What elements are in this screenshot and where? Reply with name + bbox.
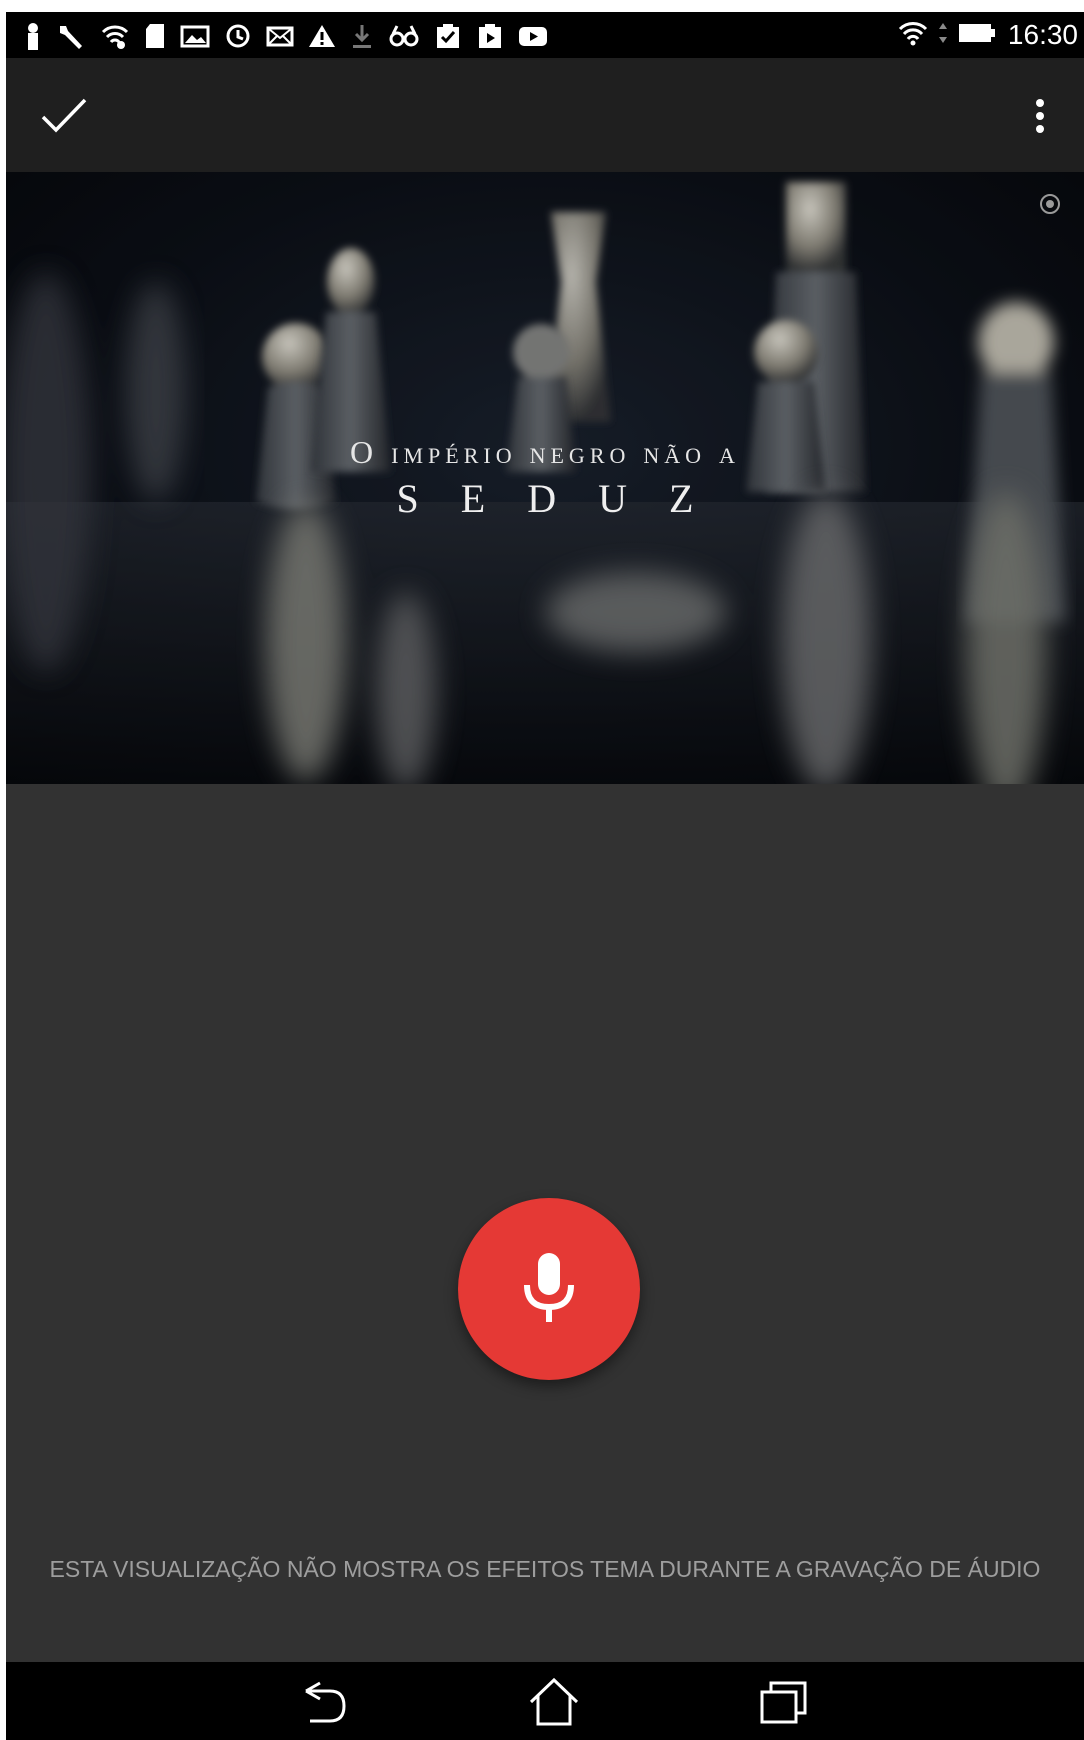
clock: 16:30 <box>1007 19 1078 50</box>
title-line-1: O império negro não a <box>350 434 740 470</box>
back-icon <box>305 1681 346 1723</box>
sd-card-icon <box>144 22 166 50</box>
youtube-icon <box>518 22 548 50</box>
home-button[interactable] <box>514 1672 594 1732</box>
person-icon <box>24 22 42 50</box>
home-icon <box>529 1677 579 1726</box>
recording-notice: ESTA VISUALIZAÇÃO NÃO MOSTRA OS EFEITOS … <box>49 1556 1041 1582</box>
audio-record-panel: ESTA VISUALIZAÇÃO NÃO MOSTRA OS EFEITOS … <box>6 784 1084 1674</box>
recents-icon <box>760 1681 807 1724</box>
data-arrows-icon <box>938 19 948 52</box>
clipboard-play-icon <box>476 22 504 50</box>
download-icon <box>350 22 374 50</box>
recents-button[interactable] <box>744 1672 824 1732</box>
mail-icon <box>266 22 294 50</box>
system-status: 16:30 <box>898 18 1078 52</box>
microphone-icon <box>524 1253 574 1322</box>
action-bar <box>6 58 1084 172</box>
notification-icons <box>24 21 548 51</box>
wrench-icon <box>56 22 86 50</box>
wifi-icon <box>100 22 130 50</box>
overflow-menu-button[interactable] <box>1016 88 1064 144</box>
more-vert-icon <box>1036 99 1044 133</box>
app-screen: 16:30 O império negro não a SEDUZ ESTA V… <box>6 12 1084 1740</box>
theme-title: O império negro não a SEDUZ <box>6 434 1084 522</box>
back-button[interactable] <box>284 1672 364 1732</box>
warning-icon <box>308 22 336 50</box>
video-preview[interactable]: O império negro não a SEDUZ <box>6 172 1084 784</box>
battery-icon <box>958 19 998 52</box>
photo-icon <box>180 22 210 50</box>
navigation-bar <box>6 1662 1084 1740</box>
record-indicator-icon <box>1040 194 1060 214</box>
sync-icon <box>224 22 252 50</box>
title-line-2: SEDUZ <box>396 476 736 521</box>
check-icon <box>41 98 87 133</box>
record-audio-button[interactable] <box>458 1198 640 1380</box>
glasses-icon <box>388 22 420 50</box>
wifi-icon <box>898 19 928 52</box>
clipboard-check-icon <box>434 22 462 50</box>
done-button[interactable] <box>36 88 92 144</box>
status-bar: 16:30 <box>6 12 1084 58</box>
